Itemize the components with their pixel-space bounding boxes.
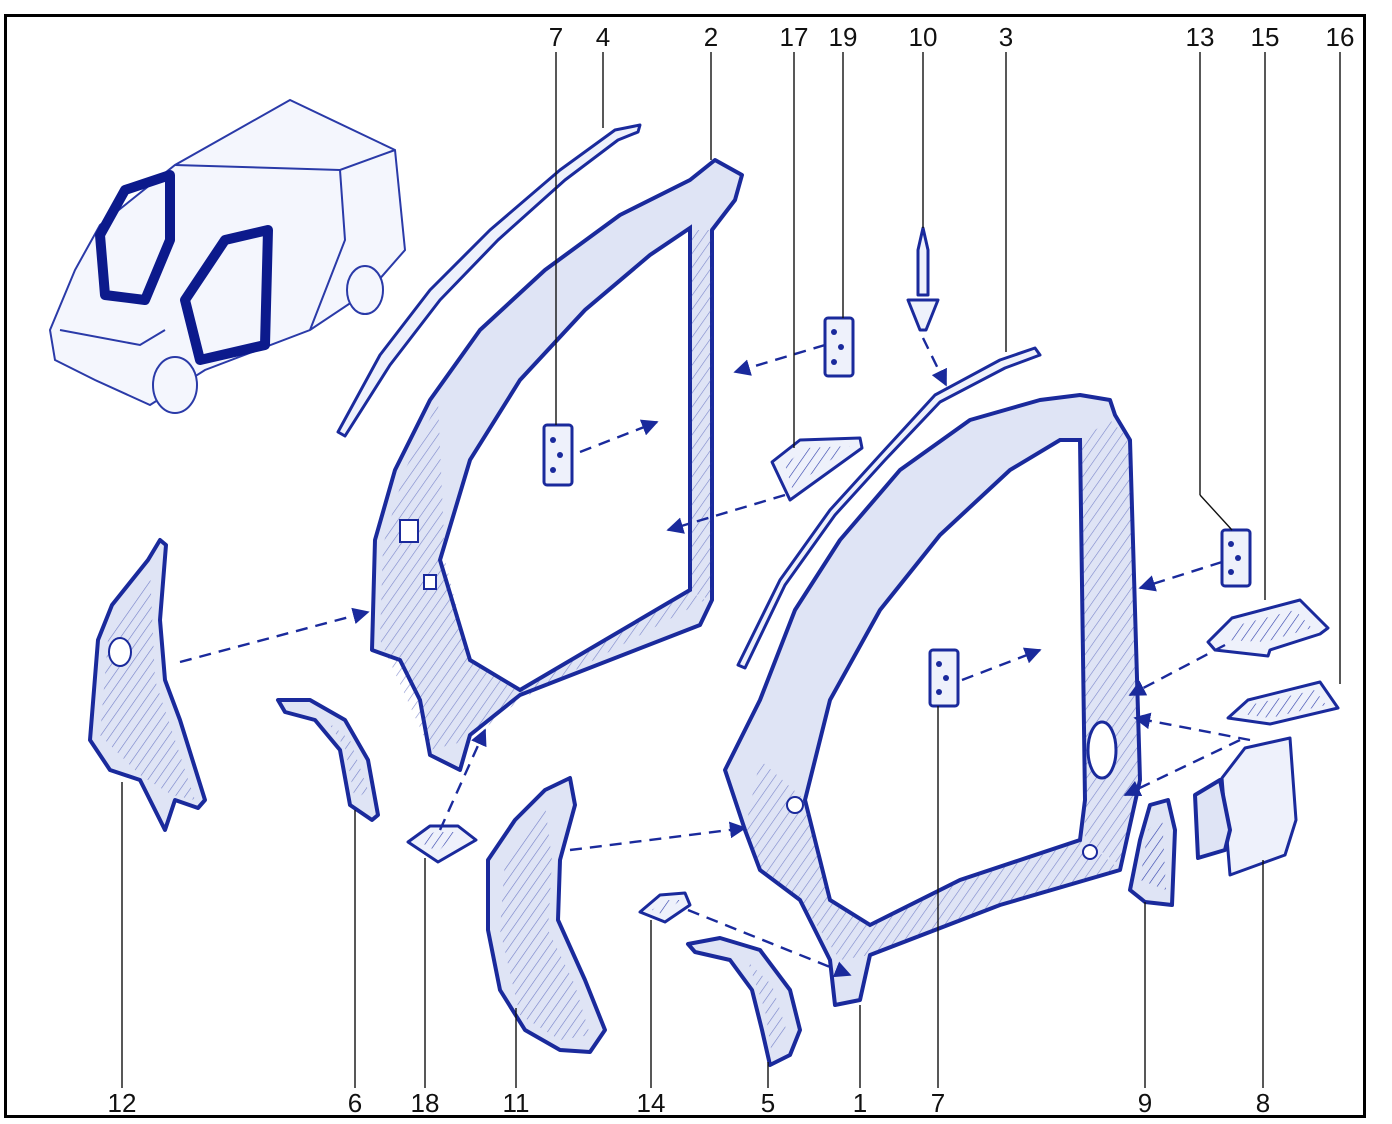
exploded-parts-diagram bbox=[48, 52, 1341, 1088]
callout-19: 19 bbox=[828, 22, 858, 52]
callout-3: 3 bbox=[998, 22, 1014, 52]
part-8-latch bbox=[1193, 736, 1298, 877]
callout-17: 17 bbox=[779, 22, 809, 52]
callout-16: 16 bbox=[1325, 22, 1355, 52]
callout-12: 12 bbox=[107, 1088, 137, 1118]
callout-14: 14 bbox=[636, 1088, 666, 1118]
callout-11: 11 bbox=[502, 1088, 530, 1118]
part-16-plate bbox=[1226, 680, 1340, 726]
part-11-pillar-panel bbox=[486, 776, 607, 1054]
part-7-bracket-left bbox=[542, 423, 574, 487]
part-9-trim bbox=[1128, 798, 1177, 907]
callout-10: 10 bbox=[908, 22, 938, 52]
van-overview bbox=[48, 98, 407, 414]
part-12-inner-pillar bbox=[88, 538, 207, 832]
part-15-plate bbox=[1206, 598, 1330, 658]
callout-9: 9 bbox=[1137, 1088, 1153, 1118]
callout-7-bottom: 7 bbox=[930, 1088, 946, 1118]
callout-13: 13 bbox=[1185, 22, 1215, 52]
callout-15: 15 bbox=[1250, 22, 1280, 52]
callout-2: 2 bbox=[703, 22, 719, 52]
callout-1: 1 bbox=[852, 1088, 868, 1118]
part-19-bracket bbox=[823, 316, 855, 378]
callout-6: 6 bbox=[347, 1088, 363, 1118]
part-10-clip bbox=[906, 226, 940, 332]
part-18-small-plate bbox=[406, 824, 478, 864]
part-13-bracket bbox=[1220, 528, 1252, 588]
callout-18: 18 bbox=[410, 1088, 440, 1118]
callout-7-top: 7 bbox=[548, 22, 564, 52]
callout-4: 4 bbox=[595, 22, 611, 52]
callout-8: 8 bbox=[1255, 1088, 1271, 1118]
part-14-small-plate bbox=[638, 891, 692, 924]
part-7-bracket-right bbox=[928, 648, 960, 708]
part-5-arch-panel bbox=[686, 936, 802, 1067]
part-6-arch-panel bbox=[276, 698, 380, 822]
callout-5: 5 bbox=[760, 1088, 776, 1118]
